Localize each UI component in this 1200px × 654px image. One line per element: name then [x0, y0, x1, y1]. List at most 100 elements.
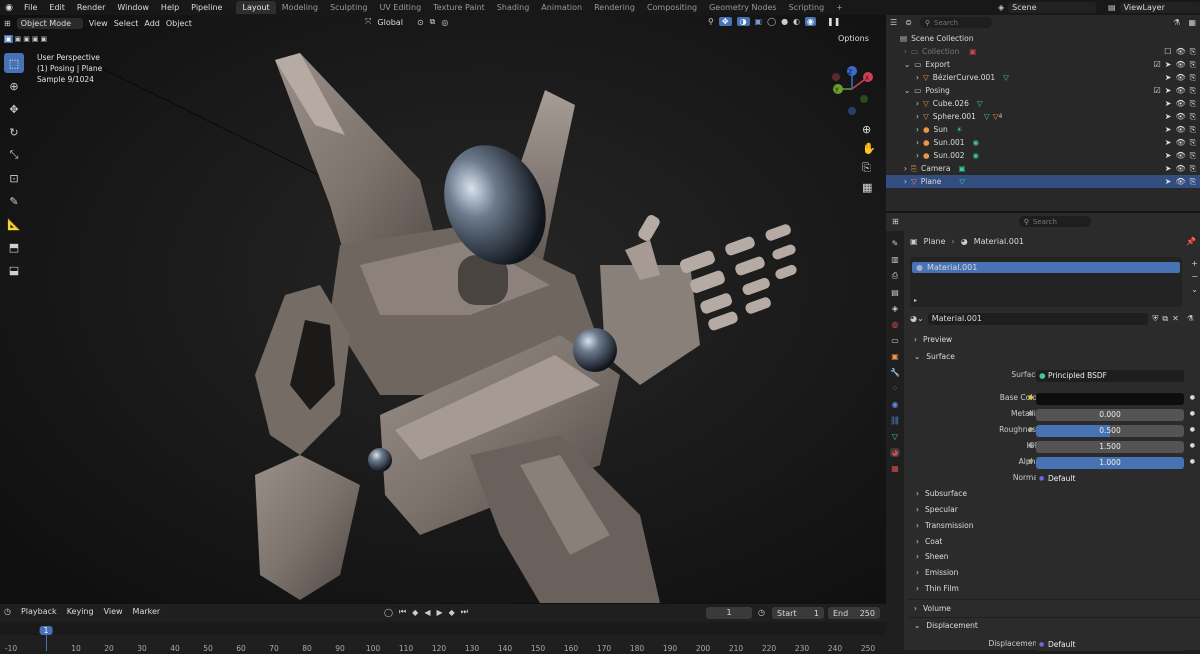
menu-help[interactable]: Help	[155, 3, 185, 12]
outliner-row[interactable]: › ▽ Cube.026 ▽ ➤ 👁 ⎘	[886, 97, 1200, 110]
select-arrow-icon[interactable]: ➤	[1165, 73, 1172, 83]
outliner-row-selected[interactable]: › ▽ Plane ▽ ➤ 👁 ⎘	[886, 175, 1200, 188]
transmission-section[interactable]: › Transmission	[916, 521, 973, 530]
sheen-section[interactable]: › Sheen	[916, 552, 949, 561]
solid-shading-icon[interactable]: ●	[781, 17, 788, 26]
pin-icon[interactable]: 📌	[1186, 237, 1196, 246]
expand-arrow-icon[interactable]: ›	[916, 99, 919, 108]
pan-hand-icon[interactable]: ✋	[862, 142, 876, 155]
material-slot-item[interactable]: ● Material.001	[912, 262, 1180, 273]
select-box-tool-icon[interactable]: ⬚	[4, 53, 24, 73]
output-tab-icon[interactable]: ⎙	[892, 271, 898, 281]
menu-select[interactable]: Select	[114, 19, 139, 28]
tab-scripting[interactable]: Scripting	[783, 1, 831, 14]
zoom-icon[interactable]: ⊕	[862, 123, 876, 136]
select-arrow-icon[interactable]: ➤	[1165, 164, 1172, 174]
tool-tab-icon[interactable]: ✎	[892, 239, 899, 248]
duplicate-material-icon[interactable]: ⧉	[1162, 314, 1168, 324]
add-workspace-button[interactable]: +	[830, 1, 849, 14]
snap-icon[interactable]: ⧉	[430, 17, 436, 27]
gizmo-toggle-icon[interactable]: ✥	[718, 17, 732, 26]
collapse-arrow-icon[interactable]: ⌄	[904, 86, 910, 95]
coat-section[interactable]: › Coat	[916, 537, 942, 546]
select-arrow-icon[interactable]: ➤	[1165, 125, 1172, 135]
tab-layout[interactable]: Layout	[236, 1, 276, 14]
frame-ruler[interactable]: -10 1 10 20 30 40 50 60 70 80 90 100 110…	[0, 622, 886, 653]
metallic-slider[interactable]: 0.000	[1036, 409, 1184, 421]
menu-file[interactable]: File	[18, 3, 43, 12]
current-frame-field[interactable]: 1	[706, 607, 752, 619]
material-filter-icon[interactable]: ⚗	[1187, 314, 1194, 323]
menu-keying[interactable]: Keying	[67, 607, 94, 616]
fake-user-icon[interactable]: ⛨	[1152, 314, 1158, 324]
outliner-row[interactable]: › ▽ Sphere.001 ▽ ▽ 4 ➤ 👁 ⎘	[886, 110, 1200, 123]
start-frame-field[interactable]: Start 1	[772, 607, 824, 619]
socket-icon[interactable]: ●	[1028, 442, 1033, 449]
scene-name[interactable]: Scene	[1008, 2, 1097, 13]
eye-icon[interactable]: 👁	[1175, 99, 1185, 109]
camera-render-icon[interactable]: ⎘	[1190, 47, 1196, 57]
add-object-tool-icon[interactable]: ⬓	[4, 260, 24, 280]
select-arrow-icon[interactable]: ➤	[1165, 151, 1172, 161]
tab-rendering[interactable]: Rendering	[588, 1, 641, 14]
outliner-search-input[interactable]: Search	[934, 19, 958, 27]
camera-render-icon[interactable]: ⎘	[1190, 99, 1196, 109]
keyframe-dot-icon[interactable]: ●	[1190, 426, 1195, 433]
include-checkbox[interactable]: ☑	[1154, 60, 1161, 70]
surface-shader-dropdown[interactable]: ● Principled BSDF	[1036, 370, 1184, 382]
subsurface-section[interactable]: › Subsurface	[916, 489, 967, 498]
roughness-slider[interactable]: 0.500	[1036, 425, 1184, 437]
camera-render-icon[interactable]: ⎘	[1190, 138, 1196, 148]
tab-texture-paint[interactable]: Texture Paint	[427, 1, 491, 14]
socket-icon[interactable]: ●	[1028, 410, 1033, 417]
select-subtract-icon[interactable]: ▣	[23, 35, 30, 43]
expand-arrow-icon[interactable]: ›	[916, 73, 919, 82]
select-new-icon[interactable]: ▣	[4, 35, 13, 43]
end-frame-field[interactable]: End 250	[828, 607, 880, 619]
select-arrow-icon[interactable]: ➤	[1165, 112, 1172, 122]
rendered-shading-icon[interactable]: ◉	[805, 17, 817, 26]
record-icon[interactable]: ◯	[384, 608, 393, 617]
keyframe-dot-icon[interactable]: ●	[1190, 458, 1195, 465]
outliner-row[interactable]: › ● Sun.002 ◉ ➤ 👁 ⎘	[886, 149, 1200, 162]
expand-arrow-icon[interactable]: ›	[916, 138, 919, 147]
outliner-row[interactable]: ⌄ ▭ Posing ☑ ➤ 👁 ⎘	[886, 84, 1200, 97]
eye-icon[interactable]: 👁	[1175, 164, 1185, 174]
tab-shading[interactable]: Shading	[491, 1, 536, 14]
scene-tab-icon[interactable]: ◈	[892, 304, 898, 313]
expand-arrow-icon[interactable]: ›	[904, 177, 907, 186]
transform-tool-icon[interactable]: ⊡	[4, 168, 24, 188]
select-arrow-icon[interactable]: ➤	[1165, 99, 1172, 109]
timeline-editor-icon[interactable]: ◷	[4, 607, 11, 616]
viewlayer-selector[interactable]: ▤ ViewLayer	[1108, 2, 1200, 13]
select-extend-icon[interactable]: ▣	[15, 35, 22, 43]
view-layer-name[interactable]: ViewLayer	[1119, 2, 1200, 13]
camera-render-icon[interactable]: ⎘	[1190, 60, 1196, 70]
expand-arrow-icon[interactable]: ›	[904, 164, 907, 173]
mode-dropdown[interactable]: Object Mode	[16, 17, 83, 29]
outliner-row[interactable]: ⌄ ▭ Export ☑ ➤ 👁 ⎘	[886, 58, 1200, 71]
select-intersect-icon[interactable]: ▣	[41, 35, 48, 43]
camera-render-icon[interactable]: ⎘	[1190, 164, 1196, 174]
outliner-row[interactable]: › ▽ BézierCurve.001 ▽ ➤ 👁 ⎘	[886, 71, 1200, 84]
expand-arrow-icon[interactable]: ›	[916, 151, 919, 160]
camera-render-icon[interactable]: ⎘	[1190, 112, 1196, 122]
visibility-icon[interactable]: ⚲	[708, 17, 714, 26]
menu-timeline-view[interactable]: View	[104, 607, 123, 616]
tab-compositing[interactable]: Compositing	[641, 1, 703, 14]
outliner-row[interactable]: ▤ Scene Collection	[886, 32, 1200, 45]
socket-icon[interactable]: ●	[1028, 426, 1033, 433]
menu-render[interactable]: Render	[71, 3, 111, 12]
tab-uv-editing[interactable]: UV Editing	[373, 1, 427, 14]
expand-triangle-icon[interactable]: ▸	[914, 297, 917, 304]
camera-render-icon[interactable]: ⎘	[1190, 125, 1196, 135]
move-tool-icon[interactable]: ✥	[4, 99, 24, 119]
outliner-row[interactable]: › ▭ Collection ▣ ☐ 👁 ⎘	[886, 45, 1200, 58]
add-cube-tool-icon[interactable]: ⬒	[4, 237, 24, 257]
camera-render-icon[interactable]: ⎘	[1190, 151, 1196, 161]
menu-object[interactable]: Object	[166, 19, 192, 28]
render-tab-icon[interactable]: ▥	[891, 255, 899, 264]
select-arrow-icon[interactable]: ➤	[1165, 177, 1172, 187]
tab-animation[interactable]: Animation	[535, 1, 588, 14]
surface-section[interactable]: ⌄ Surface	[914, 352, 955, 361]
